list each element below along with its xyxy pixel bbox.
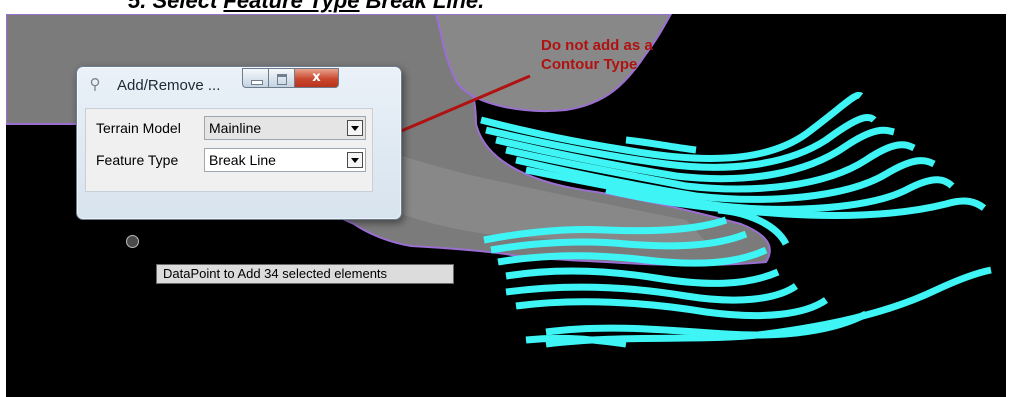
chevron-down-icon[interactable] [347,152,363,168]
add-remove-dialog[interactable]: ⚲ Add/Remove ... x Terrain Model Mainlin… [76,66,402,220]
maximize-button[interactable] [269,68,295,88]
terrain-model-dropdown[interactable]: Mainline [204,116,366,140]
minimize-button[interactable] [242,68,269,88]
cursor-tooltip: DataPoint to Add 34 selected elements [156,264,454,284]
step-number: 5. [128,0,147,13]
breakline [545,266,992,348]
feature-type-dropdown[interactable]: Break Line [204,148,366,172]
breakline [505,283,799,304]
feature-type-label: Feature Type [96,152,179,168]
breakline [505,267,780,287]
instruction-heading: 5. Select Feature Type Break Line. [0,0,1012,14]
dialog-body: Terrain Model Mainline Feature Type Brea… [85,108,373,192]
tool-icon: ⚲ [89,76,101,93]
heading-prefix: Select [152,0,224,13]
terrain-model-label: Terrain Model [96,120,181,136]
terrain-model-row: Terrain Model Mainline [86,114,372,142]
dialog-title: Add/Remove ... [117,77,221,94]
annotation-note: Do not add as a Contour Type [541,37,653,73]
maximize-icon [277,74,287,85]
terrain-model-value: Mainline [209,120,262,136]
heading-suffix: Break Line. [359,0,485,13]
heading-underlined: Feature Type [223,0,360,13]
dialog-titlebar[interactable]: ⚲ Add/Remove ... x [77,67,401,103]
cursor-point-icon [126,235,139,248]
close-button[interactable]: x [295,68,339,88]
feature-type-value: Break Line [209,152,276,168]
minimize-icon [251,80,263,85]
chevron-down-icon[interactable] [347,120,363,136]
breakline [515,297,829,320]
feature-type-row: Feature Type Break Line [86,146,372,174]
